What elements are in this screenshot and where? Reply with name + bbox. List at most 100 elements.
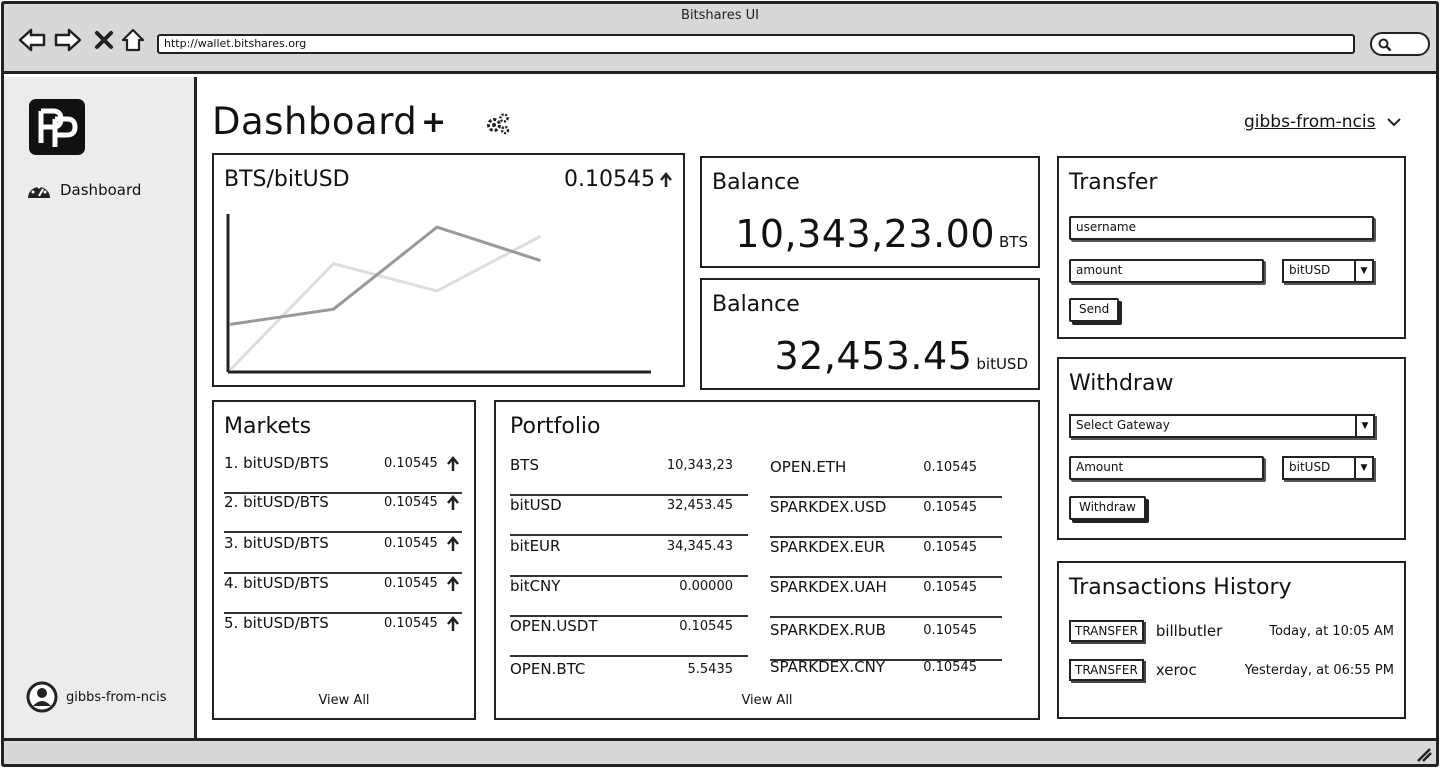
market-pair: 3. bitUSD/BTS [224,534,329,552]
send-button[interactable]: Send [1069,298,1120,322]
market-price: 0.10545 [384,456,438,471]
market-row[interactable]: 5. bitUSD/BTS 0.10545 [224,614,462,654]
chart-series-line-1 [228,234,542,372]
asset-amount: 5.5435 [687,662,734,677]
portfolio-row[interactable]: OPEN.USDT 0.10545 [510,617,748,657]
stop-icon[interactable] [90,26,118,54]
window-title: Bitshares UI [681,8,759,23]
balance-value: 10,343,23.00 BTS [735,212,1028,256]
title-bar: Bitshares UI http://wallet.bitshares.org [4,4,1436,74]
user-menu-label: gibbs-from-ncis [1244,112,1376,132]
portfolio-row[interactable]: SPARKDEX.EUR 0.10545 [770,538,1002,578]
add-widget-icon[interactable]: + [421,108,446,138]
withdraw-title: Withdraw [1069,371,1174,396]
price-chart-panel: BTS/bitUSD 0.10545 [212,153,685,387]
withdraw-amount-field[interactable]: Amount [1069,456,1264,480]
chart-pair-label: BTS/bitUSD [224,167,350,192]
balance-unit: BTS [999,233,1028,251]
portfolio-row[interactable]: bitEUR 34,345.43 [510,537,748,577]
market-row[interactable]: 3. bitUSD/BTS 0.10545 [224,534,462,574]
sidebar: Dashboard gibbs-from-ncis [4,77,197,742]
portfolio-row[interactable]: bitCNY 0.00000 [510,577,748,617]
asset-amount: 0.10545 [679,619,733,634]
asset-name: SPARKDEX.CNY [770,658,886,676]
markets-view-all-link[interactable]: View All [214,693,474,708]
line-chart [226,214,651,374]
arrow-up-icon [447,495,459,510]
portfolio-row[interactable]: bitUSD 32,453.45 [510,496,748,536]
portfolio-row[interactable]: OPEN.ETH 0.10545 [770,458,1002,498]
avatar-icon [26,681,58,713]
market-price: 0.10545 [384,536,438,551]
settings-gears-icon[interactable] [485,112,511,140]
history-row[interactable]: TRANSFER billbutler Today, at 10:05 AM [1069,617,1394,645]
asset-name: OPEN.BTC [510,660,586,678]
history-title: Transactions History [1069,575,1292,600]
balance-card-bts: Balance 10,343,23.00 BTS [700,156,1040,268]
transfer-title: Transfer [1069,170,1158,195]
asset-amount: 0.10545 [923,580,977,595]
forward-icon[interactable] [54,26,82,54]
resize-grip-icon[interactable] [1416,748,1432,762]
arrow-up-icon [447,576,459,591]
user-menu[interactable]: gibbs-from-ncis [1244,112,1402,132]
transaction-type-tag: TRANSFER [1069,620,1144,642]
sidebar-item-label: Dashboard [60,181,142,199]
transfer-panel: Transfer username amount bitUSD ▼ Send [1057,156,1406,339]
currency-select[interactable]: bitUSD ▼ [1282,259,1374,283]
chevron-down-icon [1387,118,1402,127]
portfolio-panel: Portfolio BTS 10,343,23 bitUSD 32,453.45… [494,400,1040,720]
search-icon [1378,38,1392,52]
app-logo[interactable] [29,99,85,155]
market-row[interactable]: 4. bitUSD/BTS 0.10545 [224,574,462,614]
url-input[interactable]: http://wallet.bitshares.org [157,34,1355,54]
transaction-time: Today, at 10:05 AM [1269,623,1394,639]
portfolio-view-all-link[interactable]: View All [496,693,1038,708]
withdraw-button[interactable]: Withdraw [1069,496,1146,520]
asset-name: bitCNY [510,577,561,595]
portfolio-row[interactable]: SPARKDEX.CNY 0.10545 [770,658,1002,698]
asset-name: SPARKDEX.RUB [770,621,886,639]
dropdown-arrow-icon: ▼ [1354,458,1372,478]
status-bar [4,738,1436,764]
market-pair: 2. bitUSD/BTS [224,493,329,511]
balance-card-bitusd: Balance 32,453.45 bitUSD [700,278,1040,390]
balance-value: 32,453.45 bitUSD [774,334,1028,378]
arrow-up-icon [447,456,459,471]
portfolio-row[interactable]: BTS 10,343,23 [510,456,748,496]
sidebar-item-dashboard[interactable]: Dashboard [26,180,141,200]
portfolio-title: Portfolio [510,414,601,439]
asset-amount: 0.00000 [679,579,733,594]
market-pair: 5. bitUSD/BTS [224,614,329,632]
market-price: 0.10545 [384,616,438,631]
transaction-user: billbutler [1155,622,1223,640]
portfolio-row[interactable]: SPARKDEX.USD 0.10545 [770,498,1002,538]
market-price: 0.10545 [384,576,438,591]
history-row[interactable]: TRANSFER xeroc Yesterday, at 06:55 PM [1069,656,1394,684]
market-row[interactable]: 1. bitUSD/BTS 0.10545 [224,454,462,494]
portfolio-row[interactable]: SPARKDEX.RUB 0.10545 [770,621,1002,661]
market-pair: 1. bitUSD/BTS [224,454,329,472]
asset-name: bitUSD [510,496,562,514]
amount-field[interactable]: amount [1069,259,1264,283]
username-field[interactable]: username [1069,216,1374,240]
asset-name: OPEN.ETH [770,458,847,476]
chart-price-value: 0.10545 [564,167,655,192]
back-icon[interactable] [18,26,46,54]
asset-amount: 32,453.45 [666,498,733,513]
transactions-history-panel: Transactions History TRANSFER billbutler… [1057,561,1406,719]
chart-price: 0.10545 [564,167,673,192]
withdraw-currency-select[interactable]: bitUSD ▼ [1282,456,1374,480]
browser-search-field[interactable] [1370,32,1430,56]
transaction-time: Yesterday, at 06:55 PM [1244,662,1394,678]
sidebar-user[interactable]: gibbs-from-ncis [26,681,167,713]
balance-label: Balance [712,292,800,317]
asset-name: OPEN.USDT [510,617,598,635]
portfolio-row[interactable]: SPARKDEX.UAH 0.10545 [770,578,1002,618]
gateway-select[interactable]: Select Gateway ▼ [1069,414,1375,438]
market-row[interactable]: 2. bitUSD/BTS 0.10545 [224,493,462,533]
asset-name: SPARKDEX.UAH [770,578,887,596]
arrow-up-icon [447,616,459,631]
home-icon[interactable] [119,26,147,54]
dropdown-arrow-icon: ▼ [1354,261,1372,281]
